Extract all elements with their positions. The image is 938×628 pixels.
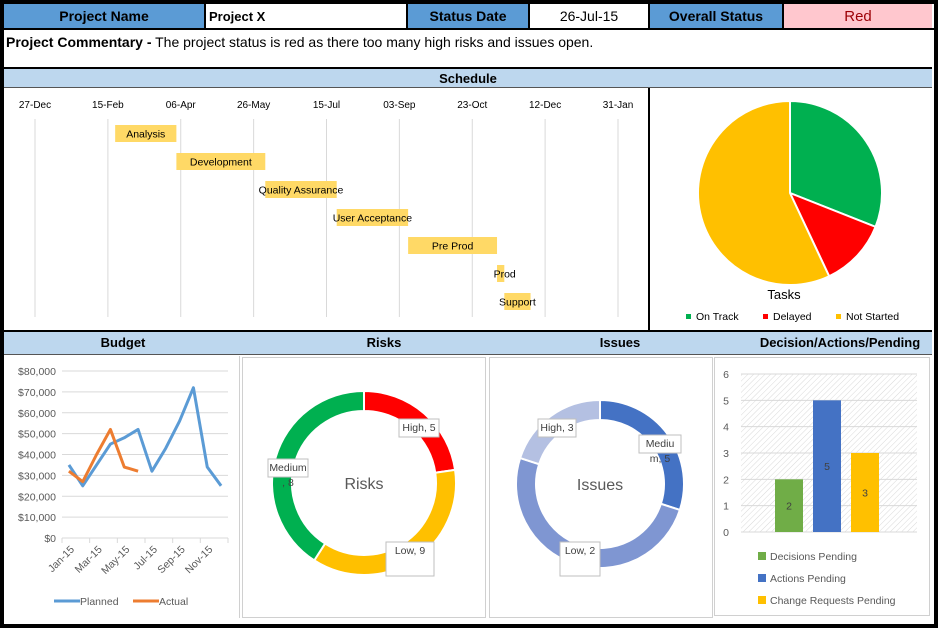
bar-data-label: 5 xyxy=(824,461,830,473)
project-name-label: Project Name xyxy=(4,4,206,28)
risks-center-title: Risks xyxy=(344,476,383,493)
legend-label: Actual xyxy=(159,596,188,608)
data-label: High, 3 xyxy=(540,422,573,434)
gantt-task-label: Pre Prod xyxy=(432,241,474,253)
gantt-tick-label: 31-Jan xyxy=(603,100,634,111)
budget-x-tick: Nov-15 xyxy=(183,544,216,577)
bar-y-tick: 2 xyxy=(723,474,729,486)
legend-swatch xyxy=(686,314,691,319)
data-label: Low, 9 xyxy=(395,545,426,557)
bar-y-tick: 5 xyxy=(723,395,729,407)
gantt-tick-label: 06-Apr xyxy=(166,100,197,111)
legend-label: On Track xyxy=(696,311,739,323)
budget-x-tick: Sep-15 xyxy=(155,544,188,577)
legend-swatch xyxy=(758,552,766,560)
legend-swatch xyxy=(758,574,766,582)
project-name-value[interactable]: Project X xyxy=(206,4,408,28)
overall-status-value[interactable]: Red xyxy=(784,4,932,28)
budget-x-tick: May-15 xyxy=(99,544,132,577)
budget-series-planned xyxy=(67,386,223,488)
budget-y-tick: $40,000 xyxy=(18,450,56,462)
commentary-label: Project Commentary - xyxy=(6,34,152,50)
gantt-task-label: Development xyxy=(190,157,252,169)
bar-y-tick: 3 xyxy=(723,448,729,460)
legend-swatch xyxy=(758,596,766,604)
legend-label: Planned xyxy=(80,596,119,608)
legend-swatch xyxy=(836,314,841,319)
issues-doughnut-chart: Issues High, 3 Mediu m, 5 Low, 2 xyxy=(515,398,685,577)
bar-y-tick: 1 xyxy=(723,501,729,513)
schedule-gantt-chart: 27-Dec 15-Feb 06-Apr 26-May 15-Jul 03-Sep 23-O… xyxy=(19,100,634,317)
budget-y-tick: $20,000 xyxy=(18,491,56,503)
risks-doughnut-chart: Risks High, 5 Medium , 8 Low, 9 xyxy=(267,389,457,577)
budget-line-chart: $0 $10,000 $20,000 $30,000 $40,000 $50,000 $60… xyxy=(18,366,229,608)
budget-y-tick: $50,000 xyxy=(18,429,56,441)
decisions-header: Decision/Actions/Pending xyxy=(759,335,921,350)
overall-status-label: Overall Status xyxy=(650,4,784,28)
gantt-tick-label: 26-May xyxy=(237,100,270,111)
gantt-tick-label: 27-Dec xyxy=(19,100,51,111)
gantt-task-label: Support xyxy=(499,297,536,309)
schedule-header: Schedule xyxy=(4,67,932,88)
data-label: Mediu xyxy=(646,438,675,450)
tasks-pie-chart: Tasks On Track Delayed Not Started xyxy=(686,99,899,323)
data-label: Low, 2 xyxy=(565,545,596,557)
legend-label: Not Started xyxy=(846,311,899,323)
budget-header: Budget xyxy=(100,335,146,350)
issues-center-title: Issues xyxy=(577,477,623,494)
data-label: High, 5 xyxy=(402,422,435,434)
gantt-task-label: Quality Assurance xyxy=(259,185,344,197)
bar-y-tick: 4 xyxy=(723,422,729,434)
bar-y-tick: 0 xyxy=(723,527,729,539)
gantt-tick-label: 23-Oct xyxy=(457,100,487,111)
budget-y-tick: $10,000 xyxy=(18,512,56,524)
risks-segment-medium xyxy=(312,468,457,576)
legend-label: Change Requests Pending xyxy=(770,595,896,607)
header-row: Project Name Project X Status Date 26-Ju… xyxy=(4,4,934,30)
budget-x-tick: Jan-15 xyxy=(46,544,77,575)
risks-header: Risks xyxy=(366,335,402,350)
bar-y-tick: 6 xyxy=(723,369,729,381)
gantt-tick-label: 03-Sep xyxy=(383,100,416,111)
legend-swatch xyxy=(763,314,768,319)
gantt-task-label: Prod xyxy=(494,269,516,281)
gantt-tick-label: 15-Jul xyxy=(313,100,340,111)
bar-data-label: 2 xyxy=(786,501,792,513)
bar-data-label: 3 xyxy=(862,488,868,500)
pie-title: Tasks xyxy=(767,287,801,302)
gantt-tick-label: 15-Feb xyxy=(92,100,124,111)
gantt-task-label: Analysis xyxy=(126,129,165,141)
decisions-bar-chart: 0 1 2 3 4 5 6 2 5 3 Decisions Pending Actions Pendi… xyxy=(723,369,917,607)
budget-y-tick: $70,000 xyxy=(18,387,56,399)
budget-y-tick: $30,000 xyxy=(18,470,56,482)
gantt-task-label: User Acceptance xyxy=(333,213,413,225)
data-label: , 8 xyxy=(282,477,294,489)
legend-label: Delayed xyxy=(773,311,812,323)
commentary-text: The project status is red as there too m… xyxy=(151,34,594,50)
budget-y-tick: $0 xyxy=(44,533,56,545)
gantt-tick-label: 12-Dec xyxy=(529,100,561,111)
status-date-label: Status Date xyxy=(408,4,530,28)
budget-y-tick: $60,000 xyxy=(18,408,56,420)
legend-label: Actions Pending xyxy=(770,573,846,585)
legend-label: Decisions Pending xyxy=(770,551,857,563)
status-date-value[interactable]: 26-Jul-15 xyxy=(530,4,650,28)
data-label: m, 5 xyxy=(650,453,671,465)
issues-header: Issues xyxy=(599,335,641,350)
budget-y-tick: $80,000 xyxy=(18,366,56,378)
data-label: Medium xyxy=(269,462,307,474)
project-commentary: Project Commentary - The project status … xyxy=(6,32,932,68)
budget-x-tick: Mar-15 xyxy=(73,544,105,576)
